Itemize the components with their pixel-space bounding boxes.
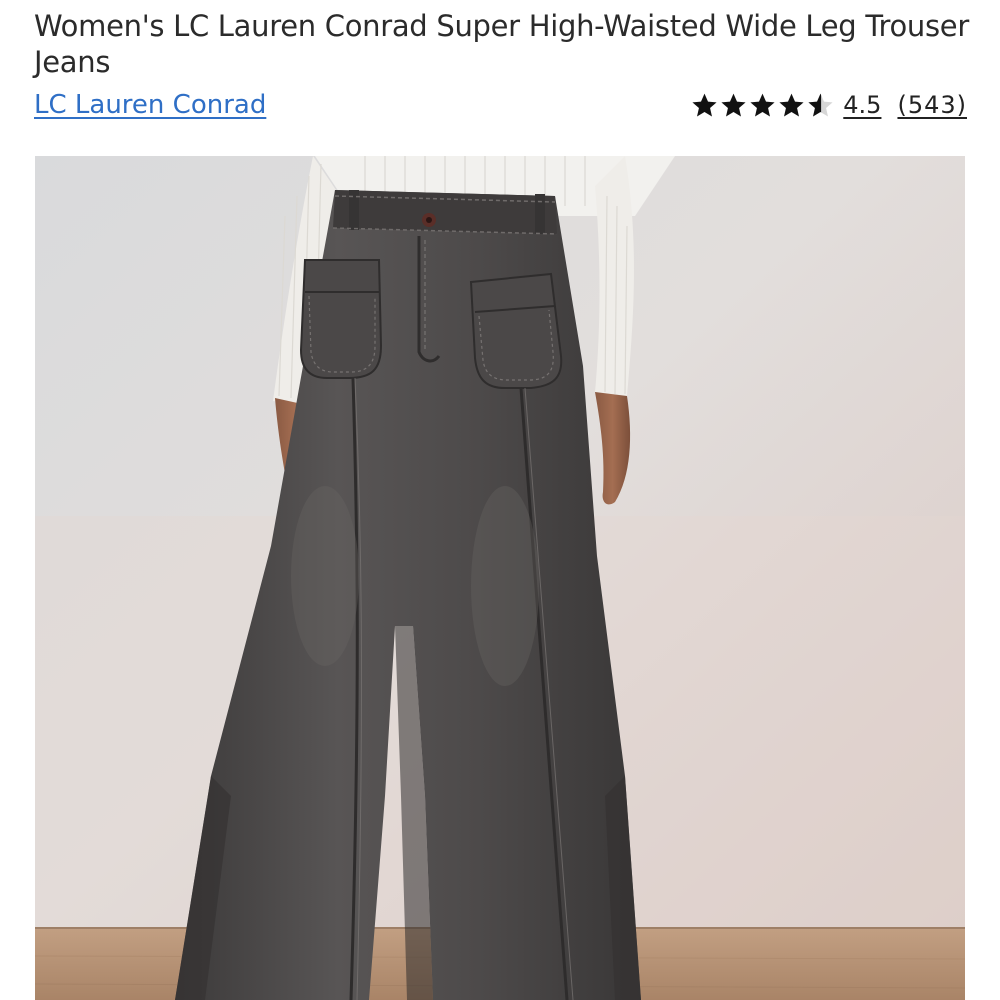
rating-summary[interactable]: 4.5 (543)	[690, 88, 967, 122]
star-full-icon	[721, 93, 746, 116]
star-rating	[690, 91, 835, 120]
star-full-icon	[692, 93, 717, 116]
product-title: Women's LC Lauren Conrad Super High-Wais…	[34, 9, 969, 79]
product-photo-illustration	[35, 156, 965, 1000]
brand-link[interactable]: LC Lauren Conrad	[34, 88, 266, 122]
star-full-icon	[779, 93, 804, 116]
star-full-icon	[750, 93, 775, 116]
star-half-icon	[808, 93, 833, 116]
rating-value[interactable]: 4.5	[843, 91, 881, 119]
review-count-link[interactable]: (543)	[897, 91, 967, 119]
product-image[interactable]	[35, 156, 965, 1000]
